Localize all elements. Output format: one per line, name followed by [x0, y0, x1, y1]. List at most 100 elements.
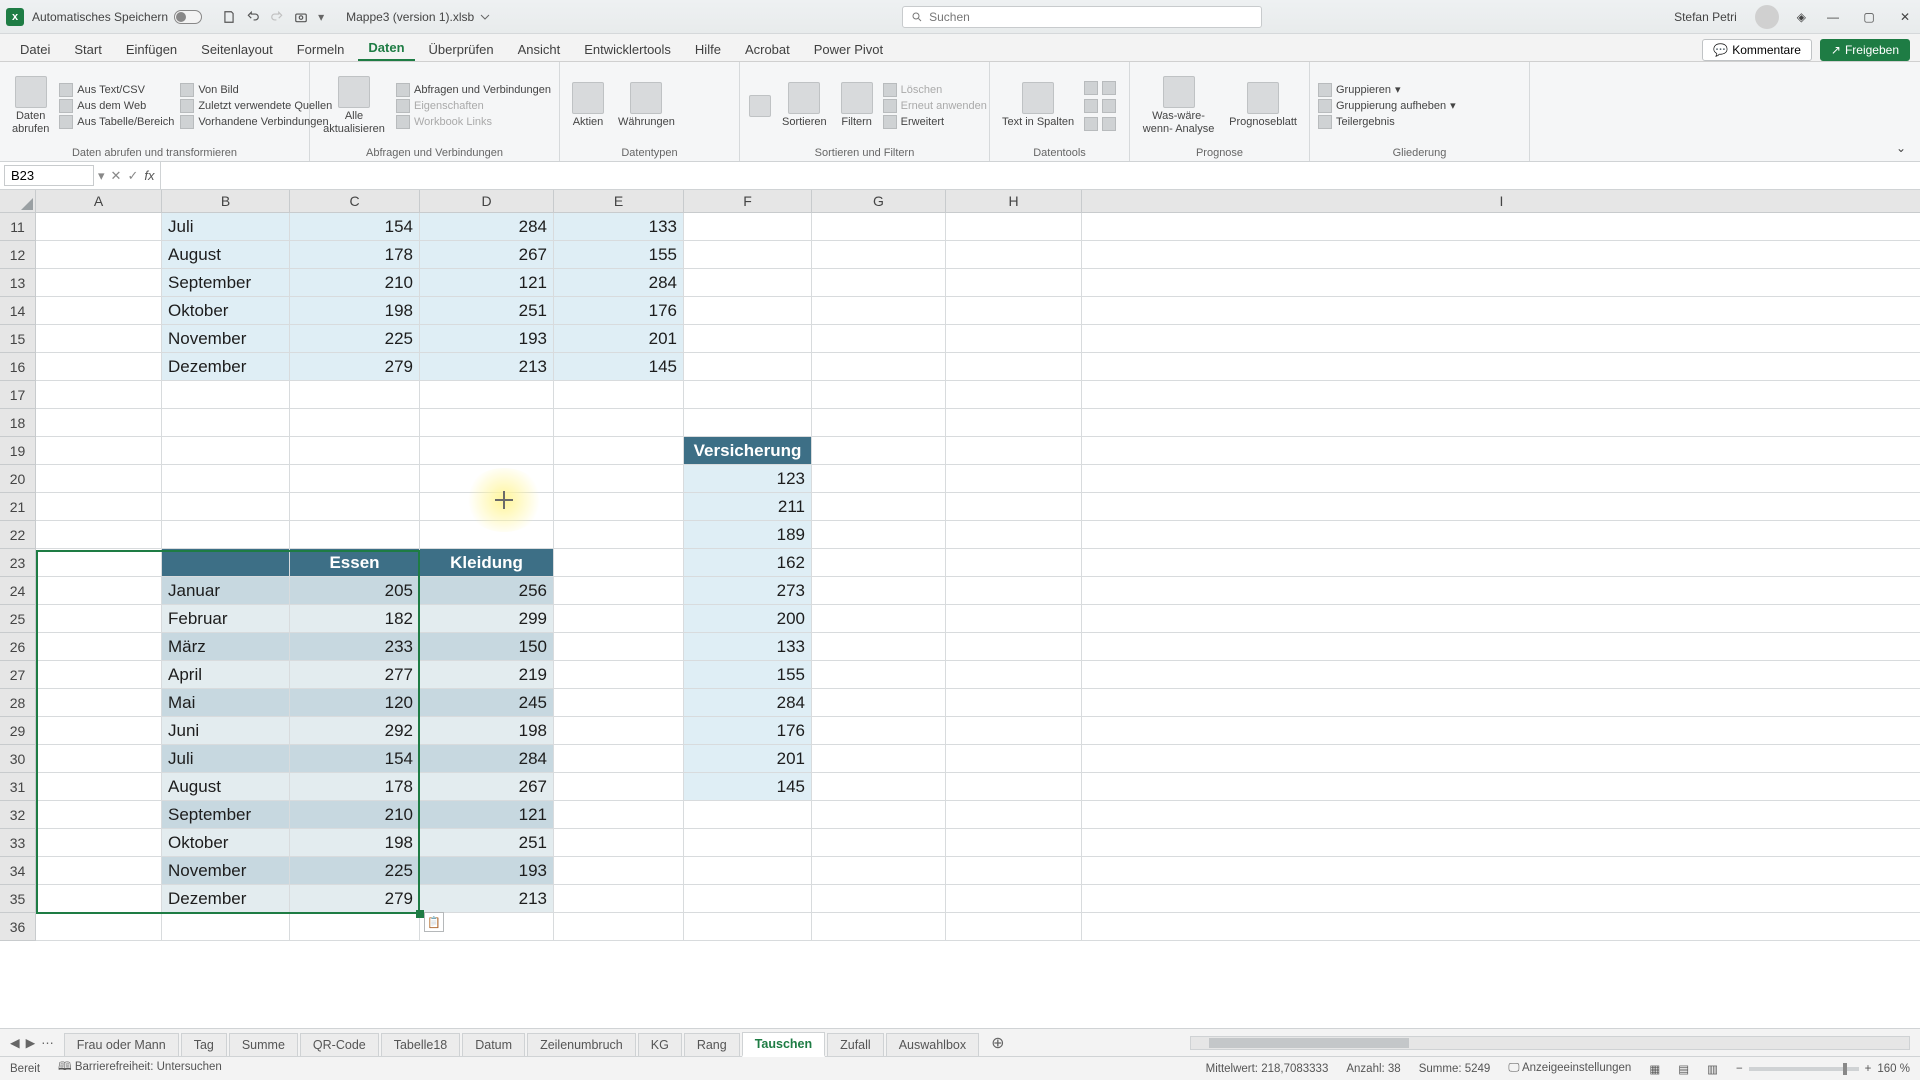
cell-D28[interactable]: 245 [420, 689, 554, 717]
tool-2[interactable] [1084, 99, 1116, 113]
col-header-C[interactable]: C [290, 190, 420, 213]
cell-H30[interactable] [946, 745, 1082, 773]
cell-D21[interactable] [420, 493, 554, 521]
cell-C14[interactable]: 198 [290, 297, 420, 325]
cell-I19[interactable] [1082, 437, 1920, 465]
menu-tab-entwicklertools[interactable]: Entwicklertools [574, 38, 681, 61]
cell-G30[interactable] [812, 745, 946, 773]
cell-A32[interactable] [36, 801, 162, 829]
name-box[interactable]: B23 [4, 165, 94, 186]
spreadsheet-grid[interactable]: ABCDEFGHI11Juli15428413312August17826715… [0, 190, 1920, 1028]
row-header-23[interactable]: 23 [0, 549, 36, 577]
cell-B13[interactable]: September [162, 269, 290, 297]
cell-B19[interactable] [162, 437, 290, 465]
cell-E22[interactable] [554, 521, 684, 549]
fx-icon[interactable]: fx [144, 168, 154, 183]
cell-E35[interactable] [554, 885, 684, 913]
cell-I16[interactable] [1082, 353, 1920, 381]
cell-F16[interactable] [684, 353, 812, 381]
cell-H15[interactable] [946, 325, 1082, 353]
cell-A20[interactable] [36, 465, 162, 493]
cell-I29[interactable] [1082, 717, 1920, 745]
row-header-25[interactable]: 25 [0, 605, 36, 633]
cell-H16[interactable] [946, 353, 1082, 381]
from-text-csv[interactable]: Aus Text/CSV [59, 83, 174, 97]
cell-E30[interactable] [554, 745, 684, 773]
cell-H29[interactable] [946, 717, 1082, 745]
cell-H28[interactable] [946, 689, 1082, 717]
cell-C21[interactable] [290, 493, 420, 521]
cell-C15[interactable]: 225 [290, 325, 420, 353]
row-header-22[interactable]: 22 [0, 521, 36, 549]
cell-C26[interactable]: 233 [290, 633, 420, 661]
cell-E28[interactable] [554, 689, 684, 717]
cell-G31[interactable] [812, 773, 946, 801]
refresh-all-button[interactable]: Alle aktualisieren [318, 74, 390, 136]
cell-I34[interactable] [1082, 857, 1920, 885]
zoom-in-icon[interactable]: + [1865, 1063, 1872, 1075]
cell-B33[interactable]: Oktober [162, 829, 290, 857]
sheet-tab-summe[interactable]: Summe [229, 1033, 298, 1056]
cell-E11[interactable]: 133 [554, 213, 684, 241]
cell-G13[interactable] [812, 269, 946, 297]
get-data-button[interactable]: Daten abrufen [8, 74, 53, 136]
cell-H22[interactable] [946, 521, 1082, 549]
search-input[interactable]: Suchen [902, 6, 1262, 28]
cell-B14[interactable]: Oktober [162, 297, 290, 325]
cell-F19[interactable]: Versicherung [684, 437, 812, 465]
cell-E36[interactable] [554, 913, 684, 941]
cell-G26[interactable] [812, 633, 946, 661]
cell-I33[interactable] [1082, 829, 1920, 857]
formula-input[interactable] [160, 162, 1920, 189]
zoom-slider[interactable] [1749, 1067, 1859, 1071]
cell-B32[interactable]: September [162, 801, 290, 829]
cell-A28[interactable] [36, 689, 162, 717]
row-header-24[interactable]: 24 [0, 577, 36, 605]
whatif-button[interactable]: Was-wäre-wenn- Analyse [1138, 74, 1219, 136]
cell-G14[interactable] [812, 297, 946, 325]
cell-H12[interactable] [946, 241, 1082, 269]
cell-F31[interactable]: 145 [684, 773, 812, 801]
cell-C16[interactable]: 279 [290, 353, 420, 381]
col-header-D[interactable]: D [420, 190, 554, 213]
menu-tab-start[interactable]: Start [64, 38, 111, 61]
row-header-26[interactable]: 26 [0, 633, 36, 661]
from-table[interactable]: Aus Tabelle/Bereich [59, 115, 174, 129]
cell-F32[interactable] [684, 801, 812, 829]
save-icon[interactable] [222, 10, 236, 24]
row-header-30[interactable]: 30 [0, 745, 36, 773]
cell-B18[interactable] [162, 409, 290, 437]
share-button[interactable]: ↗ Freigeben [1820, 39, 1910, 61]
cell-B11[interactable]: Juli [162, 213, 290, 241]
cell-I30[interactable] [1082, 745, 1920, 773]
cell-H23[interactable] [946, 549, 1082, 577]
autosave-toggle[interactable]: Automatisches Speichern [32, 10, 202, 24]
cell-E13[interactable]: 284 [554, 269, 684, 297]
cell-H34[interactable] [946, 857, 1082, 885]
cell-F26[interactable]: 133 [684, 633, 812, 661]
cell-A35[interactable] [36, 885, 162, 913]
col-header-G[interactable]: G [812, 190, 946, 213]
cell-D26[interactable]: 150 [420, 633, 554, 661]
cell-C11[interactable]: 154 [290, 213, 420, 241]
cell-C20[interactable] [290, 465, 420, 493]
cell-A11[interactable] [36, 213, 162, 241]
cell-C35[interactable]: 279 [290, 885, 420, 913]
cell-A21[interactable] [36, 493, 162, 521]
cell-D24[interactable]: 256 [420, 577, 554, 605]
present-icon[interactable]: ◈ [1797, 10, 1806, 24]
cell-H13[interactable] [946, 269, 1082, 297]
cell-D11[interactable]: 284 [420, 213, 554, 241]
cell-F22[interactable]: 189 [684, 521, 812, 549]
cell-I18[interactable] [1082, 409, 1920, 437]
cell-I15[interactable] [1082, 325, 1920, 353]
cell-F20[interactable]: 123 [684, 465, 812, 493]
cell-G34[interactable] [812, 857, 946, 885]
cell-I22[interactable] [1082, 521, 1920, 549]
row-header-14[interactable]: 14 [0, 297, 36, 325]
cell-I23[interactable] [1082, 549, 1920, 577]
cell-I13[interactable] [1082, 269, 1920, 297]
cell-D22[interactable] [420, 521, 554, 549]
sheet-tab-zeilenumbruch[interactable]: Zeilenumbruch [527, 1033, 636, 1056]
cell-C17[interactable] [290, 381, 420, 409]
